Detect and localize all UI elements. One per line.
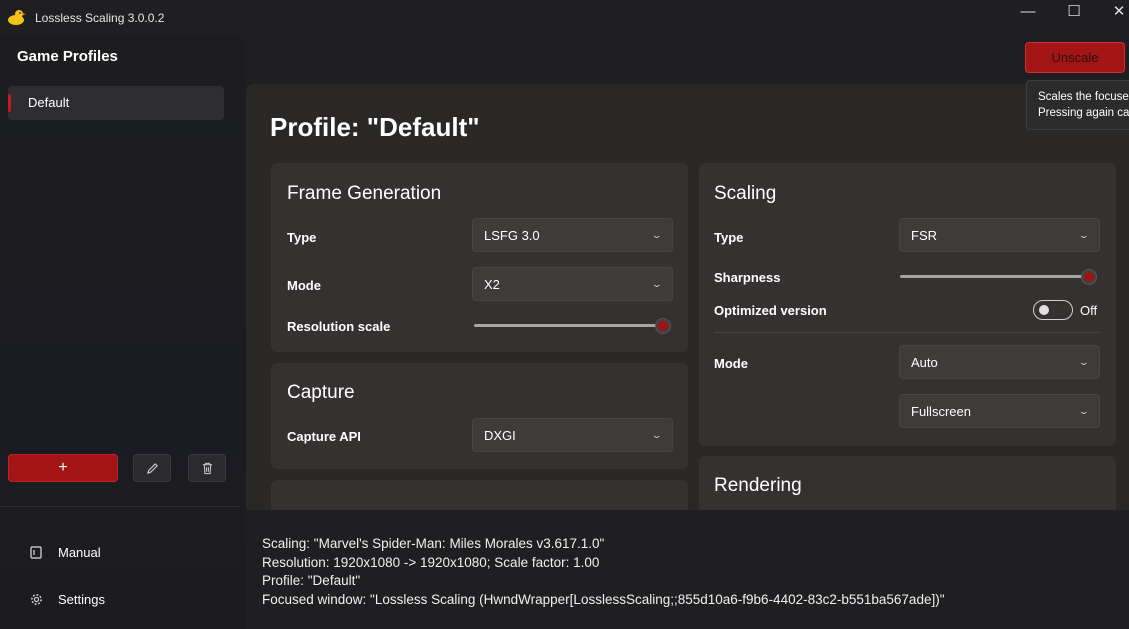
optimized-version-toggle[interactable] — [1033, 300, 1073, 320]
frame-generation-card: Frame Generation Type LSFG 3.0 ⌄ Mode X2… — [271, 163, 688, 352]
frame-generation-title: Frame Generation — [287, 183, 442, 204]
fg-mode-dropdown[interactable]: X2 ⌄ — [472, 267, 673, 301]
capture-title: Capture — [287, 382, 355, 403]
profile-label: Default — [28, 95, 70, 110]
chevron-down-icon: ⌄ — [651, 278, 664, 289]
duck-icon — [8, 10, 26, 25]
status-resolution-line: Resolution: 1920x1080 -> 1920x1080; Scal… — [262, 554, 600, 570]
scaling-mode-value: Auto — [911, 354, 938, 370]
status-profile-line: Profile: "Default" — [262, 573, 361, 588]
capture-api-value: DXGI — [484, 427, 516, 443]
scaling-type-dropdown[interactable]: FSR ⌄ — [899, 218, 1100, 252]
unscale-tooltip: Scales the focused window. Pressing agai… — [1026, 80, 1129, 130]
status-log: Scaling: "Marvel's Spider-Man: Miles Mor… — [262, 535, 945, 609]
rendering-card: Rendering — [699, 456, 1116, 510]
fg-type-value: LSFG 3.0 — [484, 227, 540, 243]
chevron-down-icon: ⌄ — [651, 229, 664, 240]
book-icon — [29, 546, 43, 560]
unscale-button[interactable]: Unscale — [1025, 42, 1125, 73]
scaling-fullscreen-value: Fullscreen — [911, 403, 971, 419]
sharpness-label: Sharpness — [714, 270, 781, 285]
chevron-down-icon: ⌄ — [1078, 229, 1091, 240]
scaling-card: Scaling Type FSR ⌄ Sharpness Optimized v… — [699, 163, 1116, 446]
profile-panel: Profile: "Default" Frame Generation Type… — [246, 84, 1129, 510]
optimized-state-label: Off — [1080, 303, 1098, 318]
trash-icon — [202, 462, 212, 474]
capture-api-label: Capture API — [287, 429, 361, 444]
pencil-icon — [146, 462, 158, 474]
selected-indicator — [8, 94, 11, 112]
chevron-down-icon: ⌄ — [651, 429, 664, 440]
scaling-title: Scaling — [714, 183, 777, 204]
sidebar-title: Game Profiles — [17, 48, 118, 65]
nav-label-settings: Settings — [58, 592, 105, 607]
fg-type-label: Type — [287, 230, 317, 245]
gear-icon — [29, 593, 43, 607]
fg-type-dropdown[interactable]: LSFG 3.0 ⌄ — [472, 218, 673, 252]
tooltip-line-2: Pressing again cancels scaling. — [1038, 107, 1129, 119]
nav-item-manual[interactable]: Manual — [29, 545, 101, 560]
status-focused-window-line: Focused window: "Lossless Scaling (HwndW… — [262, 591, 945, 607]
toggle-knob — [1039, 305, 1049, 315]
fg-mode-label: Mode — [287, 278, 321, 293]
sidebar-divider — [0, 506, 240, 507]
capture-api-dropdown[interactable]: DXGI ⌄ — [472, 418, 673, 452]
sharpness-thumb[interactable] — [1081, 269, 1097, 285]
optimized-version-label: Optimized version — [714, 303, 827, 318]
window-title: Lossless Scaling 3.0.0.2 — [35, 11, 165, 25]
resolution-scale-label: Resolution scale — [287, 319, 391, 334]
scaling-divider — [714, 332, 1099, 333]
status-scaling-line: Scaling: "Marvel's Spider-Man: Miles Mor… — [262, 536, 605, 551]
scaling-type-label: Type — [714, 230, 744, 245]
scaling-mode-label: Mode — [714, 356, 748, 371]
add-profile-button[interactable]: + — [8, 454, 118, 482]
sharpness-track[interactable] — [900, 275, 1090, 278]
chevron-down-icon: ⌄ — [1078, 405, 1091, 416]
close-button[interactable]: ✕ — [1099, 0, 1129, 22]
edit-profile-button[interactable] — [133, 454, 171, 482]
fg-mode-value: X2 — [484, 276, 500, 292]
page-title: Profile: "Default" — [270, 112, 480, 142]
resolution-scale-track[interactable] — [474, 324, 664, 327]
resolution-scale-thumb[interactable] — [655, 318, 671, 334]
delete-profile-button[interactable] — [188, 454, 226, 482]
rendering-title: Rendering — [714, 475, 802, 496]
next-card-left — [271, 480, 688, 510]
scaling-fullscreen-dropdown[interactable]: Fullscreen ⌄ — [899, 394, 1100, 428]
nav-label-manual: Manual — [58, 545, 101, 560]
minimize-button[interactable]: — — [1008, 0, 1048, 22]
maximize-button[interactable]: ☐ — [1054, 0, 1094, 22]
tooltip-line-1: Scales the focused window. — [1038, 91, 1129, 103]
scaling-mode-dropdown[interactable]: Auto ⌄ — [899, 345, 1100, 379]
nav-item-settings[interactable]: Settings — [29, 592, 105, 607]
scaling-type-value: FSR — [911, 227, 937, 243]
chevron-down-icon: ⌄ — [1078, 356, 1091, 367]
profile-item-default[interactable]: Default — [8, 86, 224, 120]
capture-card: Capture Capture API DXGI ⌄ — [271, 363, 688, 469]
sidebar — [0, 34, 246, 629]
